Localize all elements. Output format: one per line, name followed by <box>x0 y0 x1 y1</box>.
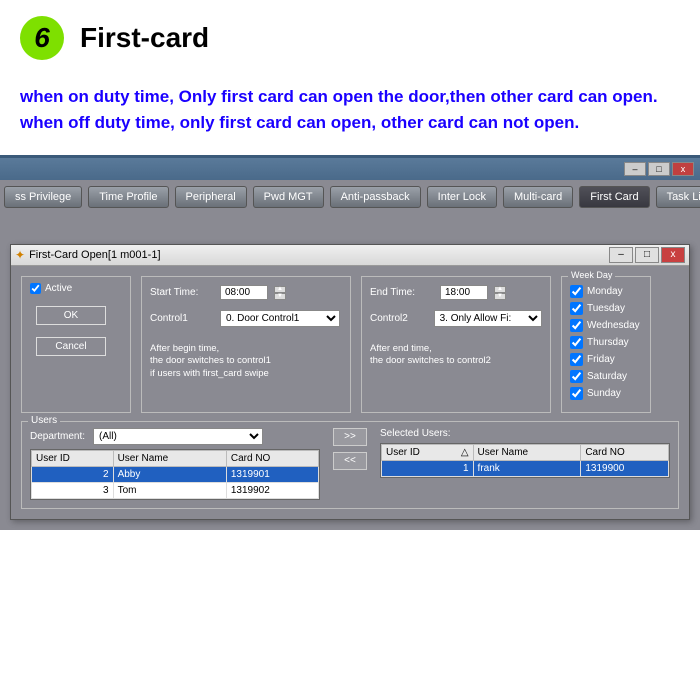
tab-ss-privilege[interactable]: ss Privilege <box>4 186 82 208</box>
start-panel: Start Time: ▲▼ Control1 0. Door Control1… <box>141 276 351 413</box>
tab-multi-card[interactable]: Multi-card <box>503 186 573 208</box>
ok-button[interactable]: OK <box>36 306 106 325</box>
tab-pwd-mgt[interactable]: Pwd MGT <box>253 186 324 208</box>
desc-line1: when on duty time, Only first card can o… <box>20 84 680 110</box>
weekday-sunday[interactable]: Sunday <box>570 387 642 400</box>
step-title: First-card <box>80 22 209 54</box>
step-number-badge: 6 <box>20 16 64 60</box>
tab-task-list[interactable]: Task List <box>656 186 700 208</box>
weekday-wednesday[interactable]: Wednesday <box>570 319 642 332</box>
left-panel: Active OK Cancel <box>21 276 131 413</box>
tab-first-card[interactable]: First Card <box>579 186 649 208</box>
first-card-dialog: ✦ First-Card Open[1 m001-1] – □ x Active… <box>10 244 690 520</box>
active-checkbox[interactable]: Active <box>30 283 122 294</box>
end-time-input[interactable] <box>440 285 488 300</box>
col-header[interactable]: User Name <box>473 445 581 461</box>
start-time-label: Start Time: <box>150 287 214 298</box>
users-legend: Users <box>28 415 60 426</box>
weekday-saturday[interactable]: Saturday <box>570 370 642 383</box>
control1-select[interactable]: 0. Door Control1 <box>220 310 340 327</box>
weekday-thursday[interactable]: Thursday <box>570 336 642 349</box>
department-label: Department: <box>30 431 85 442</box>
control2-label: Control2 <box>370 313 428 324</box>
close-button[interactable]: x <box>672 162 694 176</box>
end-panel: End Time: ▲▼ Control2 3. Only Allow Fi: … <box>361 276 551 413</box>
users-section: Users Department: (All) User IDUser Name… <box>21 421 679 509</box>
end-time-label: End Time: <box>370 287 434 298</box>
weekday-tuesday[interactable]: Tuesday <box>570 302 642 315</box>
col-header[interactable]: Card NO <box>581 445 669 461</box>
tab-bar: ss Privilege Time Profile Peripheral Pwd MG… <box>0 180 700 220</box>
tab-time-profile[interactable]: Time Profile <box>88 186 168 208</box>
start-time-spinner[interactable]: ▲▼ <box>274 286 286 300</box>
dialog-icon: ✦ <box>15 248 25 262</box>
tab-peripheral[interactable]: Peripheral <box>175 186 247 208</box>
dialog-title: First-Card Open[1 m001-1] <box>29 249 160 261</box>
col-header[interactable]: User Name <box>113 451 226 467</box>
col-header[interactable]: Card NO <box>226 451 318 467</box>
dlg-maximize-button[interactable]: □ <box>635 247 659 263</box>
minimize-button[interactable]: – <box>624 162 646 176</box>
move-left-button[interactable]: << <box>333 452 367 470</box>
desc-line2: when off duty time, only first card can … <box>20 110 680 136</box>
table-row[interactable]: 1frank1319900 <box>382 461 669 477</box>
selected-users-label: Selected Users: <box>380 428 670 439</box>
outer-titlebar: – □ x <box>0 158 700 180</box>
weekday-monday[interactable]: Monday <box>570 285 642 298</box>
control1-label: Control1 <box>150 313 214 324</box>
department-select[interactable]: (All) <box>93 428 263 445</box>
control2-select[interactable]: 3. Only Allow Fi: <box>434 310 542 327</box>
table-row[interactable]: 3Tom1319902 <box>32 483 319 499</box>
move-right-button[interactable]: >> <box>333 428 367 446</box>
end-time-spinner[interactable]: ▲▼ <box>494 286 506 300</box>
col-header[interactable]: User ID △ <box>382 445 474 461</box>
available-users-grid[interactable]: User IDUser NameCard NO2Abby13199013Tom1… <box>30 449 320 500</box>
dlg-minimize-button[interactable]: – <box>609 247 633 263</box>
selected-users-grid[interactable]: User ID △User NameCard NO1frank1319900 <box>380 443 670 478</box>
maximize-button[interactable]: □ <box>648 162 670 176</box>
tab-inter-lock[interactable]: Inter Lock <box>427 186 497 208</box>
week-panel: Week Day MondayTuesdayWednesdayThursdayF… <box>561 276 651 413</box>
cancel-button[interactable]: Cancel <box>36 337 106 356</box>
week-legend: Week Day <box>568 270 615 280</box>
description: when on duty time, Only first card can o… <box>0 68 700 155</box>
table-row[interactable]: 2Abby1319901 <box>32 467 319 483</box>
col-header[interactable]: User ID <box>32 451 114 467</box>
dlg-close-button[interactable]: x <box>661 247 685 263</box>
weekday-friday[interactable]: Friday <box>570 353 642 366</box>
tab-anti-passback[interactable]: Anti-passback <box>330 186 421 208</box>
start-time-input[interactable] <box>220 285 268 300</box>
